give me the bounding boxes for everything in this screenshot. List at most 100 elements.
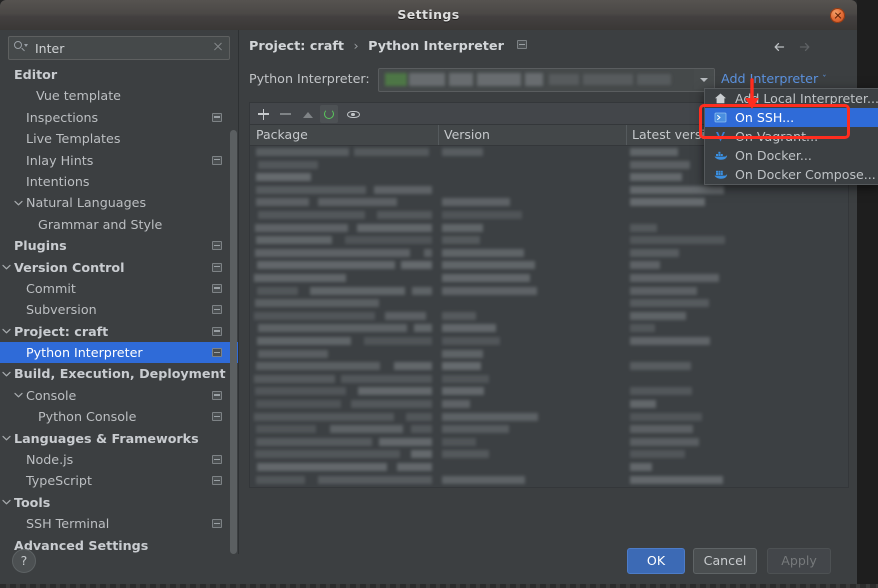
- sidebar-item-inspections[interactable]: Inspections: [0, 107, 238, 128]
- search-input[interactable]: [33, 39, 207, 59]
- cancel-button[interactable]: Cancel: [693, 548, 757, 574]
- sidebar-item-label: Console: [26, 387, 77, 403]
- close-icon[interactable]: [830, 8, 845, 23]
- redacted-cell: [344, 236, 432, 245]
- redacted-cell: [256, 463, 387, 471]
- sidebar-item-ssh-terminal[interactable]: SSH Terminal: [0, 513, 238, 534]
- redacted-cell: [357, 223, 432, 232]
- sidebar-item-tools[interactable]: Tools: [0, 492, 238, 513]
- redacted-cell: [317, 475, 432, 484]
- redacted-cell: [442, 337, 500, 345]
- redacted-cell: [255, 248, 411, 257]
- sidebar-item-subversion[interactable]: Subversion: [0, 299, 238, 320]
- sidebar-item-build-execution-deployment[interactable]: Build, Execution, Deployment: [0, 363, 238, 384]
- help-button[interactable]: ?: [12, 549, 36, 573]
- redacted-cell: [442, 475, 525, 484]
- sidebar-scrollbar-thumb[interactable]: [230, 130, 237, 554]
- menu-item-on-docker[interactable]: On Docker...: [705, 146, 878, 165]
- sidebar-item-label: Inspections: [26, 109, 99, 125]
- sidebar-item-commit[interactable]: Commit: [0, 278, 238, 299]
- redacted-cell: [630, 173, 682, 182]
- redacted-cell: [630, 311, 686, 320]
- taskbar-strip: [0, 584, 878, 588]
- scope-badge-icon: [212, 283, 222, 293]
- sidebar-item-label: Intentions: [26, 173, 90, 189]
- add-package-button[interactable]: [254, 105, 272, 123]
- redacted-cell: [358, 387, 432, 396]
- search-field[interactable]: [8, 36, 230, 60]
- clear-search-icon[interactable]: [211, 40, 224, 53]
- refresh-button[interactable]: [320, 105, 338, 123]
- menu-item-on-ssh[interactable]: On SSH...: [705, 108, 878, 127]
- interpreter-combobox[interactable]: [378, 68, 715, 92]
- chevron-down-icon[interactable]: [0, 257, 12, 278]
- menu-item-add-local-interpreter[interactable]: Add Local Interpreter...: [705, 89, 878, 108]
- chevron-down-icon: ˇ: [822, 75, 827, 85]
- sidebar-item-label: Node.js: [26, 452, 74, 468]
- menu-item-on-vagrant[interactable]: On Vagrant...: [705, 127, 878, 146]
- redacted-cell: [256, 148, 350, 156]
- column-divider[interactable]: [626, 125, 627, 145]
- sidebar-item-intentions[interactable]: Intentions: [0, 171, 238, 192]
- scope-badge-icon: [212, 112, 222, 122]
- menu-item-on-docker-compose[interactable]: On Docker Compose...: [705, 165, 878, 184]
- scope-badge-icon: [212, 476, 222, 486]
- upgrade-package-button[interactable]: [298, 105, 316, 123]
- redacted-cell: [630, 160, 690, 169]
- add-interpreter-link[interactable]: Add Interpreter ˇ: [721, 71, 827, 86]
- packages-rows-redacted[interactable]: [250, 145, 848, 486]
- sidebar-item-typescript[interactable]: TypeScript: [0, 470, 238, 491]
- chevron-down-icon[interactable]: [0, 428, 12, 449]
- chevron-down-icon[interactable]: [12, 385, 24, 406]
- nav-forward-icon[interactable]: [795, 38, 813, 56]
- nav-back-icon[interactable]: [771, 38, 789, 56]
- sidebar-item-node-js[interactable]: Node.js: [0, 449, 238, 470]
- sidebar-item-label: Build, Execution, Deployment: [14, 366, 226, 382]
- sidebar-item-plugins[interactable]: Plugins: [0, 235, 238, 256]
- sidebar-item-natural-languages[interactable]: Natural Languages: [0, 192, 238, 213]
- chevron-down-icon[interactable]: [12, 192, 24, 213]
- sidebar-item-languages-frameworks[interactable]: Languages & Frameworks: [0, 428, 238, 449]
- redacted-cell: [254, 311, 375, 320]
- redacted-cell: [254, 412, 395, 421]
- scope-badge-icon: [212, 262, 222, 272]
- redacted-cell: [442, 450, 489, 459]
- search-icon: [14, 41, 28, 53]
- breadcrumb-root[interactable]: Project: craft: [249, 39, 344, 54]
- sidebar-item-version-control[interactable]: Version Control: [0, 257, 238, 278]
- chevron-down-icon[interactable]: [0, 321, 12, 342]
- sidebar-item-project-craft[interactable]: Project: craft: [0, 321, 238, 342]
- sidebar-item-label: Tools: [14, 494, 51, 510]
- sidebar-item-label: Project: craft: [14, 323, 109, 339]
- column-header-package[interactable]: Package: [256, 127, 308, 142]
- apply-button[interactable]: Apply: [767, 548, 831, 574]
- sidebar-item-console[interactable]: Console: [0, 385, 238, 406]
- sidebar-item-python-interpreter[interactable]: Python Interpreter: [0, 342, 238, 364]
- redacted-cell: [442, 362, 481, 371]
- sidebar-item-inlay-hints[interactable]: Inlay Hints: [0, 150, 238, 171]
- sidebar-item-live-templates[interactable]: Live Templates: [0, 128, 238, 149]
- scope-badge-icon: [212, 519, 222, 529]
- sidebar-item-editor[interactable]: Editor: [0, 64, 238, 85]
- breadcrumb-leaf: Python Interpreter: [368, 39, 504, 54]
- column-divider[interactable]: [438, 125, 439, 145]
- chevron-down-icon[interactable]: [0, 492, 12, 513]
- scope-badge-icon: [212, 412, 222, 422]
- ok-button[interactable]: OK: [627, 548, 685, 574]
- redacted-cell: [442, 387, 484, 396]
- remove-package-button[interactable]: [276, 105, 294, 123]
- redacted-cell: [630, 400, 656, 408]
- chevron-down-icon[interactable]: [0, 363, 12, 384]
- redacted-cell: [630, 337, 710, 345]
- scope-badge-icon: [212, 348, 222, 358]
- sidebar-item-vue-template[interactable]: Vue template: [0, 85, 238, 106]
- sidebar-item-python-console[interactable]: Python Console: [0, 406, 238, 427]
- show-early-releases-button[interactable]: [344, 105, 362, 123]
- chevron-down-icon[interactable]: [694, 69, 714, 89]
- sidebar-item-label: Inlay Hints: [26, 152, 94, 168]
- redacted-cell: [442, 324, 496, 333]
- sidebar-item-label: Live Templates: [26, 131, 121, 147]
- redacted-cell: [377, 211, 432, 219]
- sidebar-item-grammar-and-style[interactable]: Grammar and Style: [0, 214, 238, 235]
- column-header-version[interactable]: Version: [444, 127, 490, 142]
